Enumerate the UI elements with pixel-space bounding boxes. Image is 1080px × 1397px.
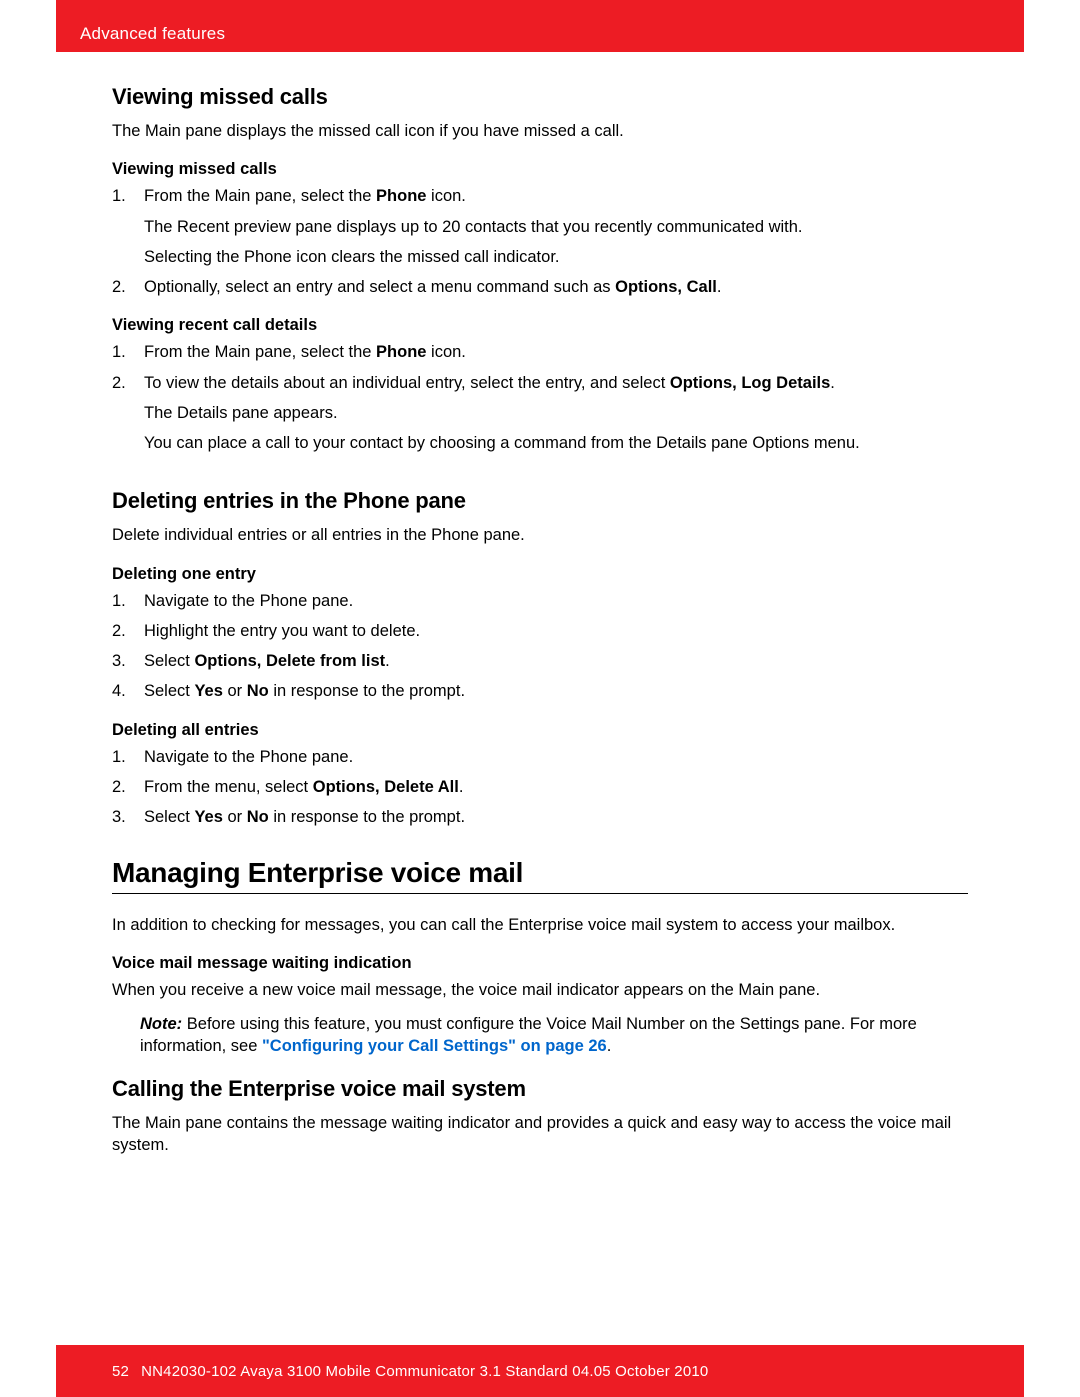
step-number: 1. — [112, 185, 126, 207]
intro-text: The Main pane contains the message waiti… — [112, 1112, 968, 1157]
page-footer: 52 NN42030-102 Avaya 3100 Mobile Communi… — [56, 1345, 1024, 1397]
step-text: The Recent preview pane displays up to 2… — [144, 216, 968, 238]
steps-deleting-all: 1. Navigate to the Phone pane. 2. From t… — [112, 746, 968, 829]
step-text: Select Yes or No in response to the prom… — [144, 806, 968, 828]
section-deleting-entries: Deleting entries in the Phone pane Delet… — [112, 488, 968, 828]
section-viewing-missed-calls: Viewing missed calls The Main pane displ… — [112, 84, 968, 454]
step-number: 3. — [112, 806, 126, 828]
body-text: When you receive a new voice mail messag… — [112, 979, 968, 1001]
section-calling-voicemail: Calling the Enterprise voice mail system… — [112, 1076, 968, 1157]
page-number: 52 — [112, 1363, 129, 1380]
heading-deleting-entries: Deleting entries in the Phone pane — [112, 488, 968, 514]
footer-doc-info: NN42030-102 Avaya 3100 Mobile Communicat… — [141, 1363, 708, 1380]
step-number: 2. — [112, 776, 126, 798]
list-item: 3. Select Options, Delete from list. — [112, 650, 968, 672]
step-number: 4. — [112, 680, 126, 702]
intro-text: Delete individual entries or all entries… — [112, 524, 968, 546]
list-item: 2. From the menu, select Options, Delete… — [112, 776, 968, 798]
subheading-deleting-all: Deleting all entries — [112, 721, 968, 740]
intro-text: In addition to checking for messages, yo… — [112, 914, 968, 936]
step-number: 1. — [112, 746, 126, 768]
step-number: 1. — [112, 341, 126, 363]
subheading-viewing-missed-calls: Viewing missed calls — [112, 160, 968, 179]
list-item: 4. Select Yes or No in response to the p… — [112, 680, 968, 702]
step-text: The Details pane appears. — [144, 402, 968, 424]
steps-deleting-one: 1. Navigate to the Phone pane. 2. Highli… — [112, 590, 968, 703]
step-number: 2. — [112, 372, 126, 394]
step-text: From the Main pane, select the Phone ico… — [144, 341, 968, 363]
section-managing-voicemail: Managing Enterprise voice mail In additi… — [112, 857, 968, 1058]
step-number: 2. — [112, 620, 126, 642]
step-text: Navigate to the Phone pane. — [144, 590, 968, 612]
list-item: 3. Select Yes or No in response to the p… — [112, 806, 968, 828]
step-number: 3. — [112, 650, 126, 672]
list-item: 2. To view the details about an individu… — [112, 372, 968, 455]
step-text: Select Yes or No in response to the prom… — [144, 680, 968, 702]
steps-viewing-recent-details: 1. From the Main pane, select the Phone … — [112, 341, 968, 454]
step-text: Select Options, Delete from list. — [144, 650, 968, 672]
page-content: Viewing missed calls The Main pane displ… — [56, 52, 1024, 1168]
list-item: 2. Highlight the entry you want to delet… — [112, 620, 968, 642]
intro-text: The Main pane displays the missed call i… — [112, 120, 968, 142]
header-title: Advanced features — [80, 24, 225, 44]
note-block: Note: Before using this feature, you mus… — [112, 1013, 968, 1058]
step-text: You can place a call to your contact by … — [144, 432, 968, 454]
step-text: From the Main pane, select the Phone ico… — [144, 185, 968, 207]
page-header: Advanced features — [56, 0, 1024, 52]
section-divider — [112, 893, 968, 894]
note-text: . — [607, 1037, 612, 1055]
step-text: From the menu, select Options, Delete Al… — [144, 776, 968, 798]
step-text: Navigate to the Phone pane. — [144, 746, 968, 768]
step-text: Selecting the Phone icon clears the miss… — [144, 246, 968, 268]
note-label: Note: — [140, 1015, 182, 1033]
heading-viewing-missed-calls: Viewing missed calls — [112, 84, 968, 110]
step-text: Highlight the entry you want to delete. — [144, 620, 968, 642]
step-number: 2. — [112, 276, 126, 298]
list-item: 1. Navigate to the Phone pane. — [112, 590, 968, 612]
steps-viewing-missed-calls: 1. From the Main pane, select the Phone … — [112, 185, 968, 298]
list-item: 1. From the Main pane, select the Phone … — [112, 185, 968, 268]
list-item: 1. From the Main pane, select the Phone … — [112, 341, 968, 363]
list-item: 1. Navigate to the Phone pane. — [112, 746, 968, 768]
step-number: 1. — [112, 590, 126, 612]
heading-managing-voicemail: Managing Enterprise voice mail — [112, 857, 968, 889]
subheading-deleting-one: Deleting one entry — [112, 565, 968, 584]
step-text: Optionally, select an entry and select a… — [144, 276, 968, 298]
list-item: 2. Optionally, select an entry and selec… — [112, 276, 968, 298]
cross-reference-link[interactable]: "Configuring your Call Settings" on page… — [262, 1037, 607, 1055]
subheading-vm-waiting: Voice mail message waiting indication — [112, 954, 968, 973]
heading-calling-voicemail: Calling the Enterprise voice mail system — [112, 1076, 968, 1102]
step-text: To view the details about an individual … — [144, 372, 968, 394]
subheading-viewing-recent-details: Viewing recent call details — [112, 316, 968, 335]
